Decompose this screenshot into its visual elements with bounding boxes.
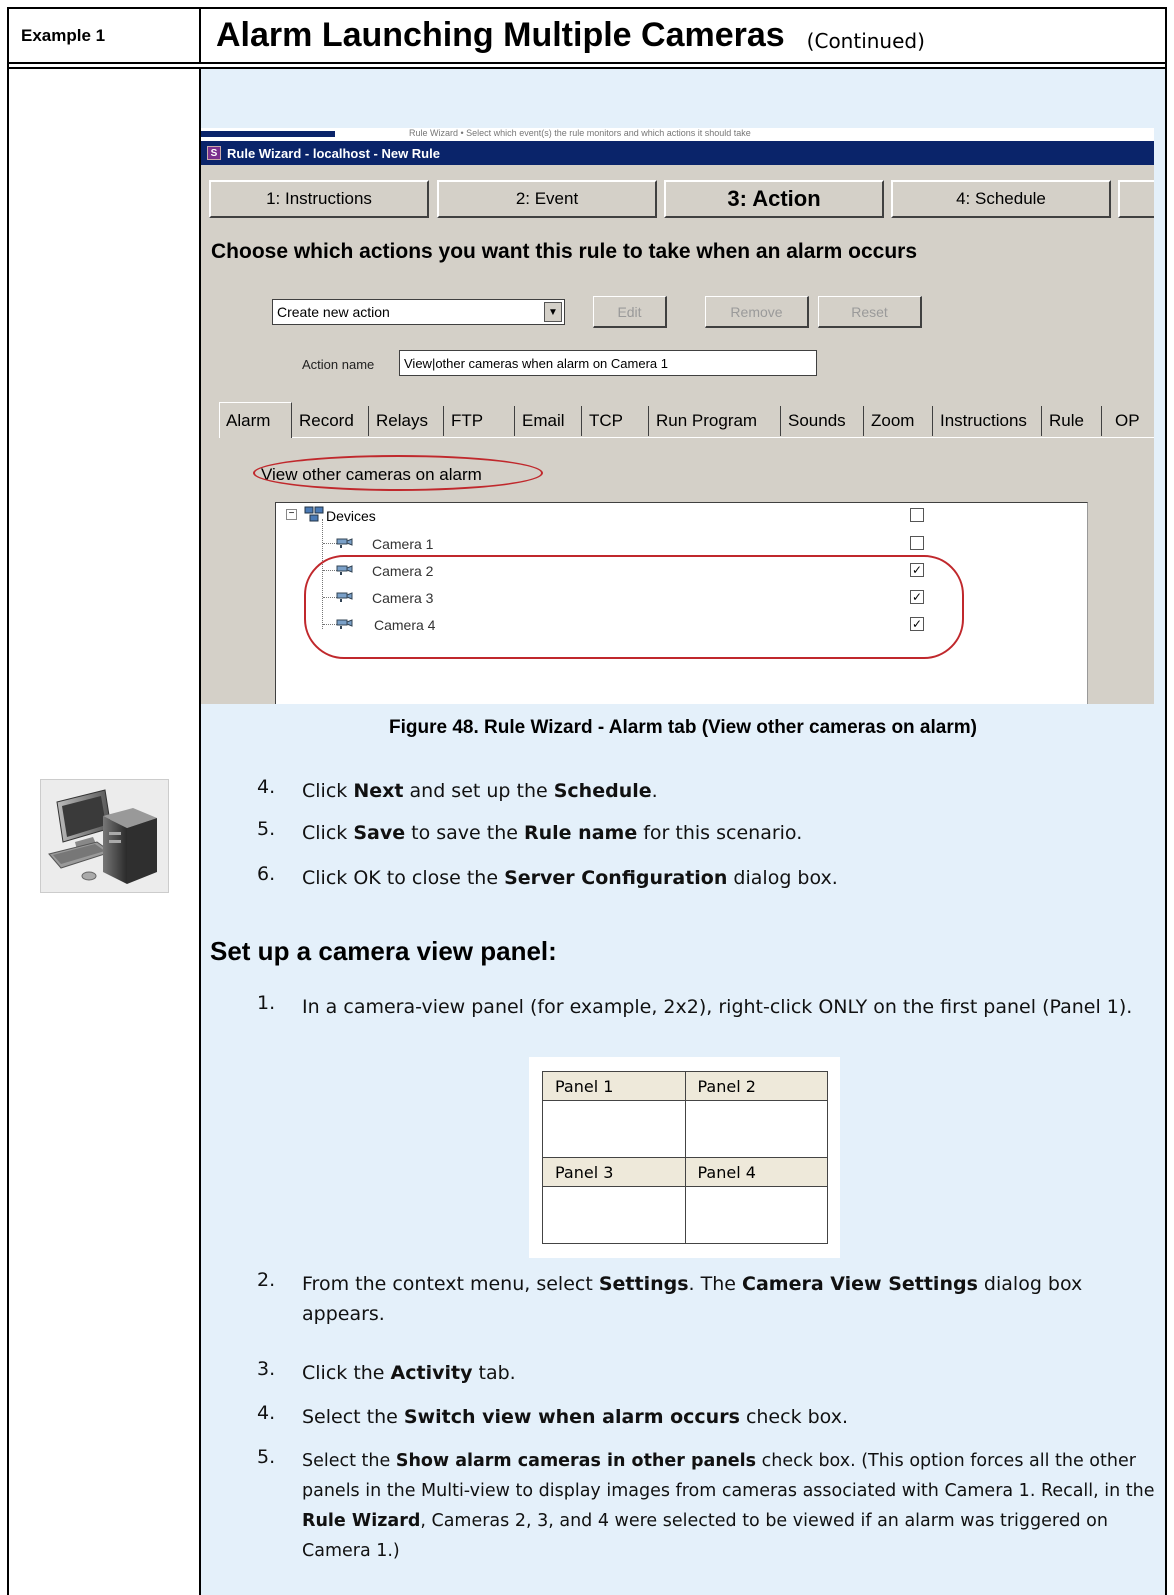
step-instructions[interactable]: 1: Instructions <box>209 180 429 218</box>
step-next-hidden[interactable] <box>1118 180 1154 218</box>
remove-button[interactable]: Remove <box>705 296 809 328</box>
tab-ftp[interactable]: FTP <box>445 406 515 436</box>
tree-row-camera-1[interactable]: Camera 1 <box>276 532 1089 554</box>
tree-label-devices: Devices <box>326 508 376 524</box>
rule-wizard-screenshot: Rule Wizard • Select which event(s) the … <box>201 128 1154 704</box>
action-select[interactable]: Create new action ▼ <box>272 299 565 325</box>
annotation-oval-label <box>253 455 543 491</box>
action-name-input[interactable]: View|other cameras when alarm on Camera … <box>399 350 817 376</box>
step-action[interactable]: 3: Action <box>664 180 884 218</box>
page-subtitle: (Continued) <box>806 28 925 53</box>
panel-4-label: Panel 4 <box>684 1157 828 1187</box>
background-window-text: Rule Wizard • Select which event(s) the … <box>409 128 751 138</box>
page-title: Alarm Launching Multiple Cameras <box>216 16 785 54</box>
action-name-label: Action name <box>302 357 375 372</box>
edit-button[interactable]: Edit <box>593 296 667 328</box>
figure-caption: Figure 48. Rule Wizard - Alarm tab (View… <box>389 717 977 738</box>
action-tabs: Alarm Record Relays FTP Email TCP Run Pr… <box>219 402 1154 438</box>
tab-sounds[interactable]: Sounds <box>782 406 864 436</box>
chevron-down-icon[interactable]: ▼ <box>544 302 562 322</box>
tab-email[interactable]: Email <box>516 406 582 436</box>
tab-record[interactable]: Record <box>293 406 369 436</box>
section-heading: Set up a camera view panel: <box>210 936 557 966</box>
panel-1-label: Panel 1 <box>542 1071 686 1101</box>
app-icon: S <box>207 146 221 160</box>
desktop-computer-icon <box>40 779 169 893</box>
tab-op[interactable]: OP <box>1109 406 1154 436</box>
checkbox-devices[interactable] <box>910 508 924 522</box>
reset-button[interactable]: Reset <box>818 296 922 328</box>
tab-tcp[interactable]: TCP <box>583 406 649 436</box>
action-select-value: Create new action <box>277 304 390 320</box>
tree-label-camera-1: Camera 1 <box>372 536 434 552</box>
window-titlebar: S Rule Wizard - localhost - New Rule <box>201 141 1154 165</box>
tab-instructions[interactable]: Instructions <box>934 406 1042 436</box>
header-rule <box>9 62 1165 64</box>
panel-3-label: Panel 3 <box>542 1157 686 1187</box>
example-label: Example 1 <box>21 25 106 45</box>
collapse-icon[interactable]: − <box>286 509 297 520</box>
action-heading: Choose which actions you want this rule … <box>211 240 917 263</box>
camera-icon <box>336 538 353 548</box>
tab-rule[interactable]: Rule <box>1043 406 1102 436</box>
tree-row-devices[interactable]: − Devices <box>276 504 1089 526</box>
panel-2-label: Panel 2 <box>684 1071 828 1101</box>
page-header: Alarm Launching Multiple Cameras (Contin… <box>201 9 1165 62</box>
network-devices-icon <box>304 506 324 522</box>
checkbox-camera-1[interactable] <box>910 536 924 550</box>
step-schedule[interactable]: 4: Schedule <box>891 180 1111 218</box>
step-event[interactable]: 2: Event <box>437 180 657 218</box>
background-window-strip: Rule Wizard • Select which event(s) the … <box>201 128 1154 141</box>
tab-run-program[interactable]: Run Program <box>650 406 781 436</box>
panel-layout-table: Panel 1 Panel 2 Panel 3 Panel 4 <box>529 1057 840 1258</box>
tab-alarm[interactable]: Alarm <box>219 402 292 438</box>
tab-zoom[interactable]: Zoom <box>865 406 933 436</box>
window-title: Rule Wizard - localhost - New Rule <box>227 145 440 161</box>
tab-relays[interactable]: Relays <box>370 406 444 436</box>
annotation-oval-cameras <box>304 555 964 659</box>
